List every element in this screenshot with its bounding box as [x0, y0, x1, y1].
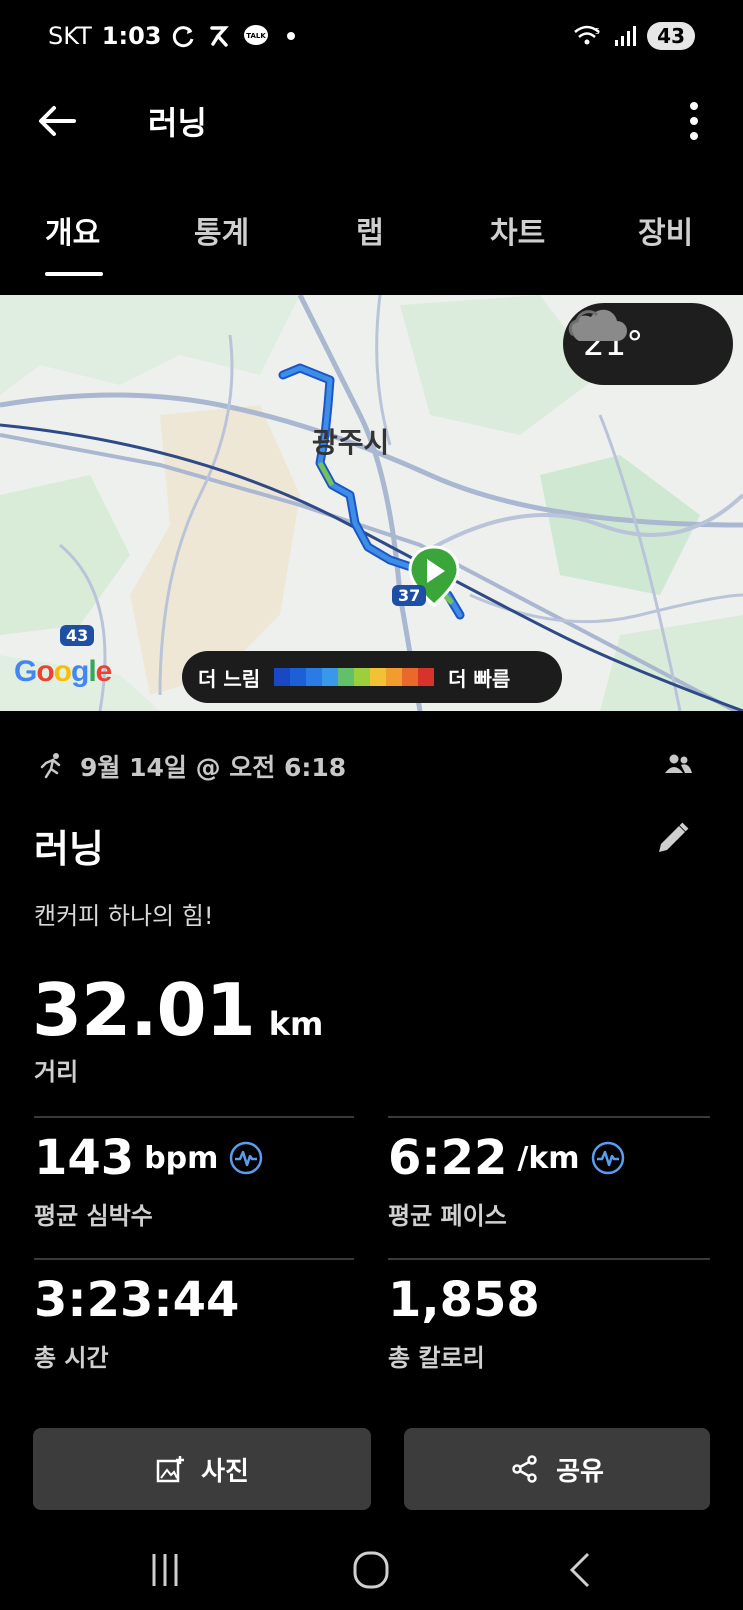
runner-app-icon — [210, 26, 230, 47]
pace-swatch — [338, 668, 355, 686]
distance-value: 32.01 km — [32, 968, 323, 1052]
pace-unit: /km — [517, 1140, 580, 1176]
svg-text:5: 5 — [595, 27, 600, 36]
pace-legend: 더 느림 더 빠름 — [182, 651, 562, 703]
distance-number: 32.01 — [32, 968, 256, 1052]
tab-gear[interactable]: 장비 — [638, 208, 693, 252]
divider — [388, 1116, 710, 1118]
share-icon — [512, 1455, 537, 1483]
carrier-label: SKT — [48, 22, 92, 50]
pace-swatch — [322, 668, 339, 686]
share-button[interactable]: 공유 — [404, 1428, 710, 1510]
google-logo: Google — [14, 655, 112, 688]
avg-heart-rate-stat: 143 bpm 평균 심박수 — [34, 1130, 264, 1231]
tab-bar: 개요 통계 랩 차트 장비 — [0, 200, 743, 280]
home-icon[interactable] — [346, 1548, 396, 1592]
weather-chip: 21° — [563, 303, 733, 385]
total-time-stat: 3:23:44 총 시간 — [34, 1272, 239, 1373]
system-nav-bar — [0, 1530, 743, 1610]
activity-meta: 9월 14일 @ 오전 6:18 — [36, 748, 346, 784]
add-photo-label: 사진 — [201, 1456, 249, 1487]
pace-swatch — [306, 668, 323, 686]
heart-rate-zone-icon[interactable] — [228, 1140, 264, 1176]
add-photo-button[interactable]: 사진 — [33, 1428, 371, 1510]
back-arrow-icon[interactable] — [34, 98, 80, 144]
distance-unit: km — [268, 1005, 324, 1043]
pace-swatch — [290, 668, 307, 686]
active-tab-indicator — [45, 272, 103, 276]
cloud-icon — [568, 309, 627, 341]
pace-color-scale — [274, 668, 435, 686]
total-time-value: 3:23:44 — [34, 1272, 240, 1328]
avg-pace-stat: 6:22 /km 평균 페이스 — [388, 1130, 626, 1231]
calories-label: 총 칼로리 — [388, 1344, 485, 1372]
tab-charts[interactable]: 차트 — [490, 208, 545, 252]
pace-swatch — [354, 668, 371, 686]
recent-apps-icon[interactable] — [140, 1548, 190, 1592]
page-title: 러닝 — [148, 104, 207, 142]
heart-rate-label: 평균 심박수 — [34, 1202, 153, 1230]
share-label: 공유 — [556, 1456, 604, 1487]
divider — [34, 1258, 354, 1260]
group-visibility-icon[interactable] — [663, 752, 693, 776]
status-bar: SKT 1:03 TALK 5 43 — [0, 0, 743, 76]
more-dot-icon — [690, 102, 698, 110]
talk-icon: TALK — [244, 25, 269, 45]
total-time-label: 총 시간 — [34, 1344, 109, 1372]
more-dot-icon — [690, 132, 698, 140]
total-calories-stat: 1,858 총 칼로리 — [388, 1272, 540, 1373]
sync-icon — [173, 26, 194, 48]
map-city-label: 광주시 — [312, 426, 390, 459]
activity-title: 러닝 — [34, 827, 104, 871]
heart-rate-unit: bpm — [144, 1140, 219, 1176]
tab-stats[interactable]: 통계 — [194, 208, 249, 252]
clock: 1:03 — [101, 22, 162, 50]
pace-swatch — [402, 668, 419, 686]
pace-zone-icon[interactable] — [590, 1140, 626, 1176]
signal-icon — [615, 26, 637, 46]
road-shield-37: 37 — [392, 585, 427, 606]
pace-swatch — [418, 668, 435, 686]
wifi-icon: 5 — [574, 25, 600, 45]
add-photo-icon — [156, 1456, 185, 1483]
app-bar: 러닝 — [0, 76, 743, 166]
notification-dot — [287, 32, 296, 40]
activity-date: 9월 14일 @ 오전 6:18 — [80, 753, 347, 782]
pace-value: 6:22 — [388, 1130, 508, 1186]
battery-indicator: 43 — [647, 22, 695, 50]
pace-swatch — [274, 668, 291, 686]
running-icon — [40, 753, 61, 779]
edit-pencil-icon[interactable] — [655, 820, 691, 856]
svg-text:TALK: TALK — [247, 32, 267, 40]
pace-swatch — [370, 668, 387, 686]
activity-description: 캔커피 하나의 힘! — [34, 902, 214, 930]
divider — [388, 1258, 710, 1260]
pace-swatch — [386, 668, 403, 686]
calories-value: 1,858 — [388, 1272, 540, 1328]
divider — [34, 1116, 354, 1118]
legend-slow-label: 더 느림 — [198, 666, 261, 691]
road-shield-43: 43 — [60, 625, 95, 646]
back-nav-icon[interactable] — [556, 1548, 606, 1592]
more-dot-icon — [690, 117, 698, 125]
heart-rate-value: 143 — [34, 1130, 135, 1186]
more-options-button[interactable] — [679, 98, 709, 144]
pace-label: 평균 페이스 — [388, 1202, 507, 1230]
legend-fast-label: 더 빠름 — [448, 666, 511, 691]
tab-laps[interactable]: 랩 — [356, 208, 384, 252]
distance-label: 거리 — [34, 1058, 79, 1086]
tab-overview[interactable]: 개요 — [45, 208, 100, 252]
route-map[interactable]: 광주시 37 43 21° Google 더 느림 더 빠름 — [0, 295, 743, 711]
